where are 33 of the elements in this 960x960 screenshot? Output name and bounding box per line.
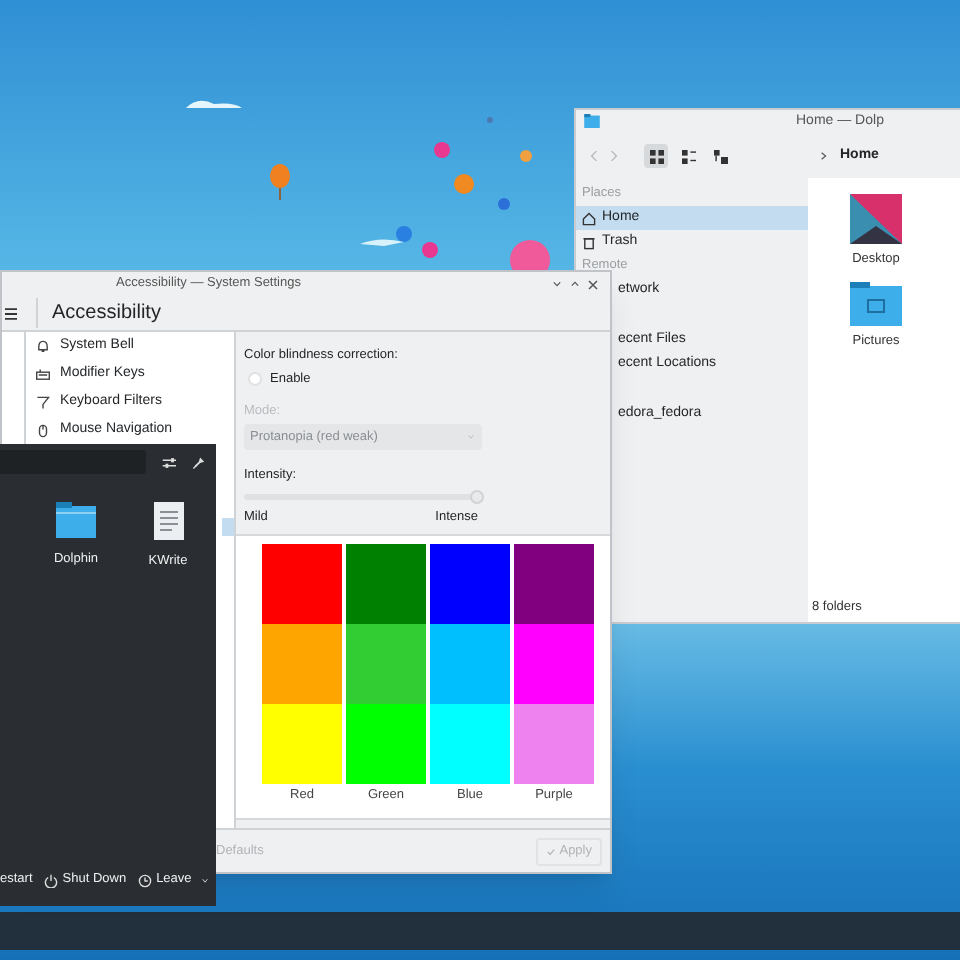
trash-icon xyxy=(582,235,596,249)
maximize-icon xyxy=(570,279,580,287)
menu-icon xyxy=(4,307,18,319)
list-icon xyxy=(681,149,695,163)
caret-icon xyxy=(199,877,210,883)
checkbox[interactable] xyxy=(248,372,262,387)
minimize-icon xyxy=(552,279,562,287)
power-icon xyxy=(44,873,59,887)
desktop-folder-icon xyxy=(850,194,902,244)
chevron-icon xyxy=(820,150,828,162)
bell-icon xyxy=(36,339,50,353)
mouse-icon xyxy=(36,423,50,437)
folder-icon xyxy=(56,502,96,538)
forward-icon xyxy=(608,148,620,164)
pin-icon xyxy=(192,455,206,469)
close-icon xyxy=(588,279,598,289)
tree-icon xyxy=(713,149,727,163)
pictures-folder-icon xyxy=(850,281,902,326)
home-icon xyxy=(582,211,596,225)
icons-view-button[interactable] xyxy=(644,144,668,168)
selected-item-highlight xyxy=(222,518,234,536)
details-view-button[interactable] xyxy=(708,144,732,168)
sliders-icon xyxy=(161,455,177,469)
folder-icon xyxy=(584,114,600,128)
document-icon xyxy=(153,502,183,540)
grid-icon xyxy=(649,149,663,163)
slider-handle[interactable] xyxy=(470,490,484,504)
page-heading: Accessibility xyxy=(36,298,161,328)
checkmark-icon xyxy=(545,847,556,855)
compact-view-button[interactable] xyxy=(676,144,700,168)
clock-icon xyxy=(138,873,153,887)
keyboard-icon xyxy=(36,367,50,381)
back-icon xyxy=(588,148,600,164)
